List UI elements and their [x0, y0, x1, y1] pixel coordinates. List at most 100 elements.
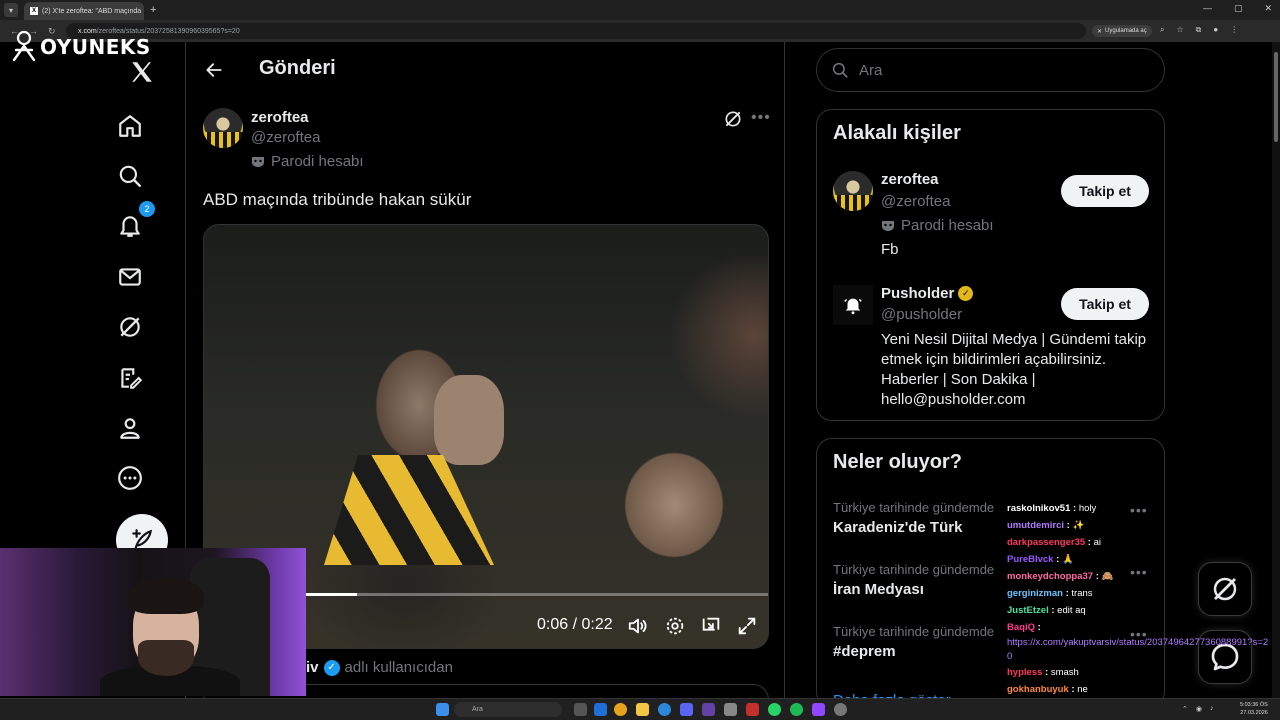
clock-time: 5:03:36 ÖS	[1240, 702, 1268, 708]
pusholder-name-text: Pusholder	[881, 285, 955, 302]
taskbar-search[interactable]: Ara	[454, 702, 562, 717]
chat-message: hypless : smash	[1007, 664, 1277, 681]
url-field[interactable]: x.com/zeroftea/status/203725813909603956…	[66, 23, 1086, 39]
picture-in-picture-icon[interactable]	[700, 615, 722, 642]
trend-name[interactable]: #deprem	[833, 643, 896, 660]
chat-link[interactable]: https://x.com/yakuptvarsiv/status/203749…	[1007, 636, 1269, 664]
chat-message: JustEtzel : edit aq	[1007, 602, 1277, 619]
chat-username: gokhanbuyuk	[1007, 684, 1069, 695]
zoom-icon[interactable]: ⌕	[1160, 25, 1164, 35]
whatsapp-icon[interactable]	[768, 703, 781, 716]
explore-search-icon[interactable]	[115, 161, 145, 191]
file-explorer-icon[interactable]	[636, 703, 649, 716]
chat-message: gokhanbuyuk : ne	[1007, 681, 1277, 698]
network-icon[interactable]: ◉	[1196, 705, 1202, 713]
settings-gear-icon[interactable]	[664, 615, 686, 642]
chat-message: darkpassenger35 : ai	[1007, 534, 1277, 551]
fullscreen-icon[interactable]	[736, 615, 758, 642]
trend-meta: Türkiye tarihinde gündemde	[833, 562, 995, 577]
browser-menu-icon[interactable]: ⋮	[1230, 25, 1238, 35]
tab-search-button[interactable]: ▾	[4, 3, 18, 17]
post-header: Gönderi	[186, 42, 786, 98]
video-time: 0:06 / 0:22	[537, 616, 613, 633]
tweet-text: ABD maçında tribünde hakan sükür	[203, 190, 472, 209]
follow-button-zeroftea[interactable]: Takip et	[1061, 175, 1149, 207]
twitch-icon[interactable]	[812, 703, 825, 716]
app-c-icon[interactable]	[658, 703, 671, 716]
browser-toolbar-icons: ⌕ ☆ ⧉ ● ⋮	[1160, 25, 1238, 35]
address-bar-row: ← → ↻ x.com/zeroftea/status/203725813909…	[0, 20, 1280, 42]
messages-icon[interactable]	[115, 262, 145, 292]
back-arrow-icon[interactable]	[204, 60, 224, 85]
chat-text: smash	[1050, 667, 1079, 678]
discord-icon[interactable]	[680, 703, 693, 716]
taskbar-clock[interactable]: 5:03:36 ÖS 27.03.2026	[1240, 701, 1268, 717]
speaker-icon[interactable]: ♪	[1210, 705, 1214, 713]
profile-icon[interactable]: ●	[1213, 25, 1218, 35]
chat-text: ✨	[1072, 520, 1085, 531]
grok-explain-icon[interactable]	[723, 109, 743, 134]
maximize-button[interactable]: ▢	[1234, 3, 1243, 14]
task-view-icon[interactable]	[574, 703, 587, 716]
drafts-edit-icon[interactable]	[115, 363, 145, 393]
chrome-icon[interactable]	[614, 703, 627, 716]
related-parody-label: Parodi hesabı	[881, 217, 994, 234]
verified-badge-icon: ✓	[323, 659, 340, 676]
window-controls: — ▢ ✕	[1203, 3, 1272, 14]
related-handle-pusholder[interactable]: @pusholder	[881, 306, 962, 323]
page-title: Gönderi	[259, 57, 336, 79]
post-more-icon[interactable]: •••	[751, 109, 771, 127]
trend-name[interactable]: Karadeniz'de Türk	[833, 519, 962, 536]
video-source-label: iv ✓ adlı kullanıcıdan	[306, 659, 453, 676]
trend-meta: Türkiye tarihinde gündemde	[833, 500, 995, 515]
chat-username: BaqiQ	[1007, 622, 1035, 633]
bookmark-star-icon[interactable]: ☆	[1176, 25, 1183, 35]
source-suffix: adlı kullanıcıdan	[344, 659, 453, 676]
obs-icon[interactable]	[702, 703, 715, 716]
edge-icon[interactable]	[594, 703, 607, 716]
tray-chevron-icon[interactable]: ⌃	[1182, 705, 1188, 713]
scrollbar-thumb[interactable]	[1274, 52, 1278, 142]
tab-title: (2) X'te zeroftea: "ABD maçında	[42, 7, 142, 15]
grok-icon[interactable]	[115, 312, 145, 342]
related-name-pusholder[interactable]: Pusholder ✓	[881, 285, 974, 302]
chat-username: JustEtzel	[1007, 605, 1049, 616]
extensions-icon[interactable]: ⧉	[1196, 25, 1202, 35]
close-window-button[interactable]: ✕	[1264, 3, 1272, 14]
trend-name[interactable]: İran Medyası	[833, 581, 924, 598]
notifications-icon[interactable]: 2	[115, 201, 155, 241]
chat-message: raskolnikov51 : holy	[1007, 500, 1277, 517]
chat-separator: :	[1085, 537, 1094, 548]
windows-taskbar: Ara ⌃ ◉ ♪ 5:03:36 ÖS 27.03.2026	[0, 698, 1280, 720]
profile-nav-icon[interactable]	[115, 413, 145, 443]
spotify-icon[interactable]	[790, 703, 803, 716]
new-tab-button[interactable]: +	[150, 4, 156, 16]
browser-tab[interactable]: X (2) X'te zeroftea: "ABD maçında ✕	[24, 2, 144, 20]
parody-mask-icon	[252, 156, 264, 167]
search-box[interactable]: Ara	[816, 48, 1165, 92]
author-name[interactable]: zeroftea	[251, 109, 309, 126]
related-avatar-zeroftea[interactable]	[833, 171, 873, 211]
author-handle[interactable]: @zeroftea	[251, 129, 320, 146]
related-name-zeroftea[interactable]: zeroftea	[881, 171, 939, 188]
chat-separator: :	[1093, 571, 1102, 582]
app-icon[interactable]	[724, 703, 737, 716]
search-placeholder: Ara	[859, 61, 883, 79]
minimize-button[interactable]: —	[1203, 3, 1212, 14]
parody-mask-icon	[882, 220, 894, 231]
start-windows-icon[interactable]	[436, 703, 449, 716]
volume-icon[interactable]	[627, 615, 649, 642]
more-options-icon[interactable]	[115, 463, 145, 493]
webcam-beard	[138, 640, 194, 676]
search-icon	[832, 62, 848, 78]
chat-message: umutdemirci : ✨	[1007, 517, 1277, 534]
open-in-app-button[interactable]: ✕ Uygulamada aç	[1092, 25, 1152, 37]
related-avatar-pusholder[interactable]	[833, 285, 873, 325]
home-icon[interactable]	[115, 111, 145, 141]
related-handle-zeroftea[interactable]: @zeroftea	[881, 193, 950, 210]
source-user-name[interactable]: iv	[306, 659, 319, 676]
author-avatar[interactable]	[203, 108, 243, 148]
settings-app-icon[interactable]	[834, 703, 847, 716]
follow-button-pusholder[interactable]: Takip et	[1061, 288, 1149, 320]
app-red-icon[interactable]	[746, 703, 759, 716]
